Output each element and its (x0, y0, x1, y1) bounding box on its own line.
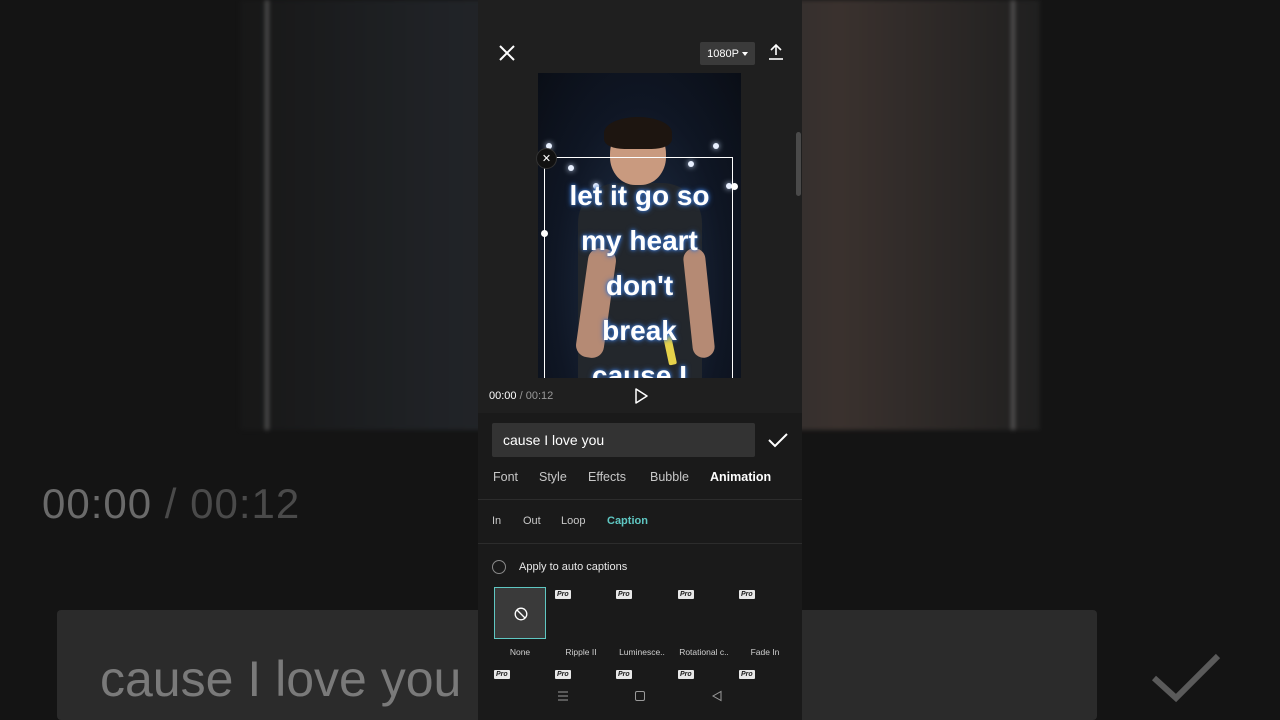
animation-thumb: Pro (739, 587, 791, 639)
background-time-separator: / (164, 480, 178, 527)
subtab-loop[interactable]: Loop (561, 515, 585, 527)
tab-effects[interactable]: Effects (588, 470, 626, 484)
delete-text-icon[interactable]: ✕ (536, 148, 557, 169)
caption-line: don't (605, 270, 674, 301)
pro-badge: Pro (555, 590, 571, 599)
animation-option[interactable]: Pro (674, 667, 734, 687)
background-check-icon (1151, 653, 1221, 703)
home-icon[interactable] (634, 690, 646, 702)
apply-auto-captions-row[interactable]: Apply to auto captions (492, 557, 627, 577)
pro-badge: Pro (555, 670, 571, 679)
caption-line: my heart (581, 225, 698, 256)
caption-text-input[interactable]: cause I love you (492, 423, 755, 457)
background-edge-right (1011, 0, 1015, 430)
resize-handle[interactable] (541, 230, 548, 237)
animation-option-luminescence[interactable]: Pro Luminesce.. (612, 587, 672, 657)
caption-line: let it go so (569, 180, 710, 211)
animation-option[interactable]: Pro (612, 667, 672, 687)
subtab-out[interactable]: Out (523, 515, 541, 527)
pro-badge: Pro (494, 670, 510, 679)
resolution-dropdown[interactable]: 1080P (700, 42, 755, 65)
system-navigation-bar (478, 690, 802, 710)
animation-option-rotational[interactable]: Pro Rotational c.. (674, 587, 734, 657)
animation-option[interactable]: Pro (735, 667, 795, 687)
caption-text-value: cause I love you (503, 432, 605, 448)
tab-bubble[interactable]: Bubble (650, 470, 689, 484)
background-timecode: 00:00 / 00:12 (42, 480, 300, 528)
apply-auto-captions-radio[interactable] (492, 560, 506, 574)
animation-label: None (509, 647, 531, 657)
pro-badge: Pro (616, 670, 632, 679)
phone-screen: 1080P let it go so my heart don't break … (478, 0, 802, 720)
time-current: 00:00 (489, 390, 517, 402)
playback-time: 00:00 / 00:12 (489, 390, 553, 402)
animation-subtabs: In Out Loop Caption (478, 515, 802, 535)
animation-grid: None Pro Ripple II Pro Luminesce.. Pro R… (478, 587, 802, 697)
animation-thumb: Pro (616, 667, 668, 687)
animation-option[interactable]: Pro (490, 667, 550, 687)
chevron-down-icon (741, 51, 748, 56)
animation-thumb: Pro (678, 587, 730, 639)
close-icon[interactable] (498, 44, 516, 62)
animation-thumb: Pro (494, 667, 546, 687)
background-input-text: cause I love you (100, 651, 462, 707)
time-total: 00:12 (525, 390, 554, 402)
subtab-caption[interactable]: Caption (607, 515, 648, 527)
divider (478, 499, 802, 500)
animation-option[interactable]: Pro (551, 667, 611, 687)
divider (478, 543, 802, 544)
animation-thumb: Pro (678, 667, 730, 687)
animation-option-none[interactable]: None (490, 587, 550, 657)
time-separator: / (519, 390, 523, 402)
animation-thumb: Pro (739, 667, 791, 687)
resolution-label: 1080P (707, 47, 739, 60)
tab-font[interactable]: Font (493, 470, 518, 484)
animation-label: Ripple II (565, 647, 597, 657)
tab-animation[interactable]: Animation (710, 470, 771, 484)
editor-tabs: Font Style Effects Bubble Animation (478, 470, 802, 500)
export-icon[interactable] (768, 43, 784, 61)
back-icon[interactable] (711, 690, 723, 702)
animation-thumb: Pro (555, 667, 607, 687)
stage-light (713, 143, 719, 149)
animation-label: Rotational c.. (679, 647, 729, 657)
confirm-check-icon[interactable] (768, 432, 788, 448)
pro-badge: Pro (616, 590, 632, 599)
resize-handle[interactable] (731, 183, 738, 190)
pro-badge: Pro (678, 670, 694, 679)
background-time-current: 00:00 (42, 480, 153, 527)
menu-icon[interactable] (557, 690, 569, 702)
no-animation-icon (514, 607, 528, 621)
background-time-total: 00:12 (190, 480, 301, 527)
caption-line: break (602, 315, 677, 346)
subtab-in[interactable]: In (492, 515, 501, 527)
pro-badge: Pro (739, 590, 755, 599)
play-icon[interactable] (634, 388, 648, 404)
caption-line: cause I (592, 360, 687, 378)
animation-option-fade-in[interactable]: Pro Fade In (735, 587, 795, 657)
caption-overlay[interactable]: let it go so my heart don't break cause … (548, 173, 731, 378)
tab-style[interactable]: Style (539, 470, 567, 484)
animation-thumb (494, 587, 546, 639)
pro-badge: Pro (739, 670, 755, 679)
apply-auto-captions-label: Apply to auto captions (519, 561, 628, 573)
background-edge-left (265, 0, 269, 430)
pro-badge: Pro (678, 590, 694, 599)
video-preview[interactable]: let it go so my heart don't break cause … (538, 73, 741, 378)
animation-label: Fade In (750, 647, 780, 657)
scrollbar[interactable] (796, 132, 801, 196)
animation-thumb: Pro (616, 587, 668, 639)
animation-thumb: Pro (555, 587, 607, 639)
text-editor-panel: cause I love you Font Style Effects Bubb… (478, 413, 802, 720)
performer-hair (604, 117, 672, 149)
animation-label: Luminesce.. (619, 647, 665, 657)
animation-option-ripple[interactable]: Pro Ripple II (551, 587, 611, 657)
